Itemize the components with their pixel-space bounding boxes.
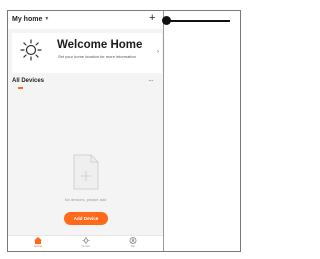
- sun-icon: [20, 39, 42, 61]
- tab-home-label: Home: [33, 244, 42, 248]
- tab-home[interactable]: Home: [23, 237, 53, 248]
- tab-all-devices[interactable]: All Devices: [12, 78, 44, 84]
- welcome-title: Welcome Home: [57, 39, 143, 51]
- bottom-tab-bar: Home Smart Me: [8, 235, 163, 251]
- phone-screen: My home ▼ + Welcome Home Set your home lo…: [8, 11, 163, 251]
- more-icon[interactable]: ···: [148, 76, 154, 85]
- add-device-button[interactable]: Add Device: [64, 212, 108, 225]
- profile-icon: [129, 237, 137, 244]
- welcome-subtitle: Set your home location for more informat…: [58, 54, 136, 59]
- tab-smart[interactable]: Smart: [71, 237, 101, 248]
- home-icon: [34, 237, 42, 244]
- top-bar: My home ▼ +: [8, 11, 163, 29]
- empty-document-icon: [73, 154, 99, 190]
- tab-me[interactable]: Me: [118, 237, 148, 248]
- welcome-card[interactable]: Welcome Home Set your home location for …: [12, 33, 162, 73]
- callout-dot: [162, 16, 171, 25]
- tab-smart-label: Smart: [81, 244, 90, 248]
- chevron-right-icon: ›: [157, 49, 159, 55]
- callout-line: [167, 20, 230, 22]
- home-selector[interactable]: My home ▼: [12, 16, 49, 23]
- plus-icon[interactable]: +: [149, 13, 155, 24]
- active-tab-indicator: [18, 87, 23, 89]
- chevron-down-icon: ▼: [44, 16, 50, 22]
- tab-me-label: Me: [130, 244, 136, 248]
- smart-icon: [82, 237, 90, 244]
- devices-header: All Devices ···: [8, 76, 163, 91]
- empty-state-text: No devices, please add: [64, 197, 107, 202]
- home-name: My home: [12, 16, 43, 23]
- screen-divider: [163, 11, 164, 251]
